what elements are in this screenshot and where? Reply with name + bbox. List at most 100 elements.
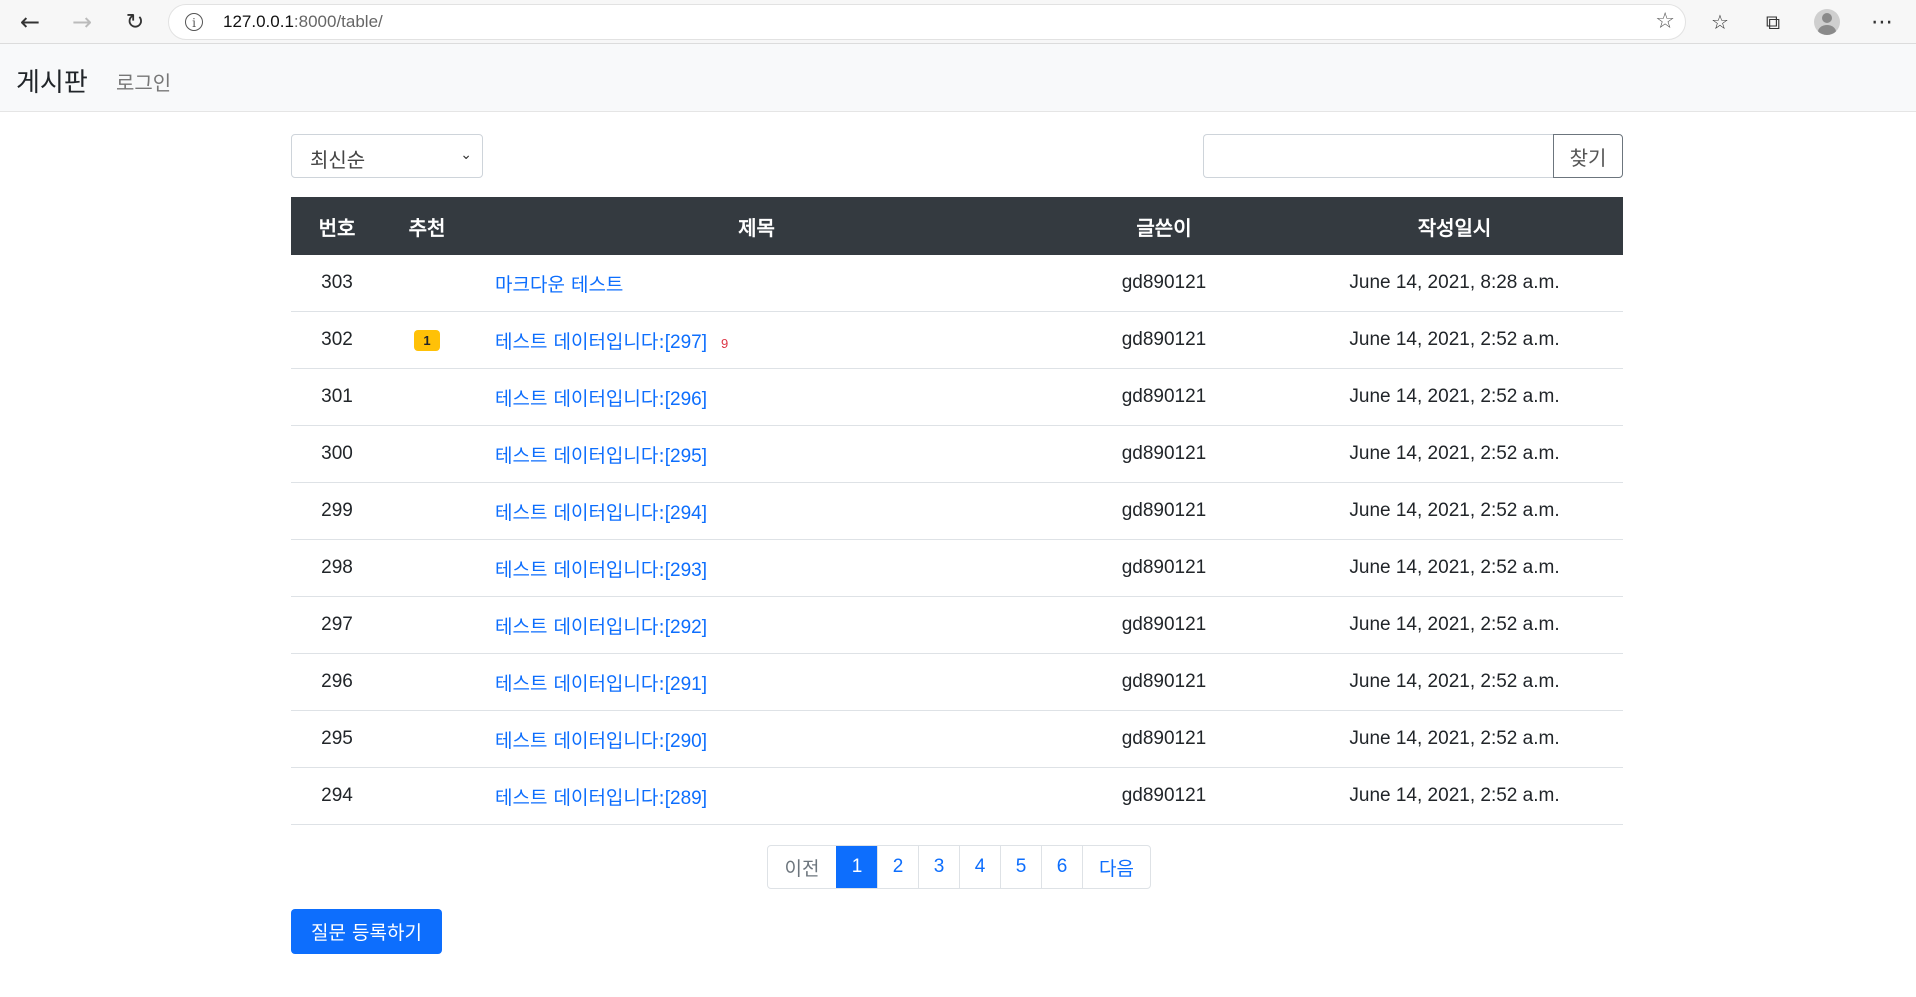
post-number: 296: [291, 653, 383, 711]
search-input[interactable]: [1203, 134, 1553, 178]
pagination-page-3[interactable]: 3: [918, 846, 959, 888]
post-title-link[interactable]: 테스트 데이터입니다:[290]: [495, 730, 707, 752]
post-title-text: 테스트 데이터입니다:: [495, 501, 665, 524]
pagination-page-4[interactable]: 4: [959, 846, 1000, 888]
post-title-text: 테스트 데이터입니다:: [495, 672, 665, 695]
sort-select[interactable]: 최신순 ⌄: [291, 134, 483, 178]
post-author: gd890121: [1042, 425, 1286, 483]
post-votes-cell: [383, 596, 471, 654]
post-title-text: 테스트 데이터입니다:: [495, 615, 665, 638]
login-link[interactable]: 로그인: [116, 67, 171, 96]
post-title-link[interactable]: 테스트 데이터입니다:[295]: [495, 445, 707, 467]
table-row: 294 테스트 데이터입니다:[289] gd890121 June 14, 2021…: [291, 767, 1623, 825]
post-title-cell: 테스트 데이터입니다:[297] 9: [471, 311, 1042, 369]
post-date: June 14, 2021, 2:52 a.m.: [1286, 653, 1623, 711]
header-author: 글쓴이: [1042, 197, 1286, 255]
post-title-text: 테스트 데이터입니다:: [495, 444, 665, 467]
url-text[interactable]: 127.0.0.1:8000/table/: [223, 12, 383, 32]
url-path: :8000/table/: [293, 12, 383, 31]
post-title-text: 테스트 데이터입니다:: [495, 330, 665, 353]
post-votes-cell: [383, 653, 471, 711]
post-votes-cell: [383, 767, 471, 825]
register-question-button[interactable]: 질문 등록하기: [291, 909, 442, 954]
pagination-page-5[interactable]: 5: [1000, 846, 1041, 888]
address-bar[interactable]: i 127.0.0.1:8000/table/ ☆: [168, 4, 1686, 40]
post-title-suffix: [289]: [664, 787, 708, 809]
post-title-text: 테스트 데이터입니다:: [495, 558, 665, 581]
url-host: 127.0.0.1: [223, 12, 294, 31]
post-date: June 14, 2021, 2:52 a.m.: [1286, 767, 1623, 825]
post-date: June 14, 2021, 2:52 a.m.: [1286, 482, 1623, 540]
header-votes: 추천: [383, 197, 471, 255]
forward-icon[interactable]: →: [66, 6, 98, 38]
post-title-cell: 테스트 데이터입니다:[296]: [471, 368, 1042, 426]
post-title-link[interactable]: 테스트 데이터입니다:[293]: [495, 559, 707, 581]
post-votes-cell: [383, 539, 471, 597]
post-author: gd890121: [1042, 596, 1286, 654]
post-title-link[interactable]: 테스트 데이터입니다:[292]: [495, 616, 707, 638]
header-number: 번호: [291, 197, 383, 255]
header-title: 제목: [471, 197, 1042, 255]
post-title-link[interactable]: 테스트 데이터입니다:[289]: [495, 787, 707, 809]
browser-toolbar: ← → ↻ i 127.0.0.1:8000/table/ ☆ ☆ ⧉ ⋯: [0, 0, 1916, 44]
post-votes-cell: [383, 255, 471, 312]
table-row: 298 테스트 데이터입니다:[293] gd890121 June 14, 2021…: [291, 539, 1623, 597]
profile-icon[interactable]: [1814, 9, 1840, 35]
refresh-icon[interactable]: ↻: [119, 6, 151, 38]
table-row: 297 테스트 데이터입니다:[292] gd890121 June 14, 2021…: [291, 596, 1623, 654]
favorite-add-icon[interactable]: ☆: [1655, 9, 1675, 34]
post-author: gd890121: [1042, 767, 1286, 825]
site-navbar: 게시판 로그인: [0, 44, 1916, 112]
favorites-icon[interactable]: ☆: [1704, 6, 1736, 38]
post-number: 301: [291, 368, 383, 426]
pagination-page-2[interactable]: 2: [877, 846, 918, 888]
post-title-link[interactable]: 테스트 데이터입니다:[297]: [495, 331, 707, 353]
post-author: gd890121: [1042, 710, 1286, 768]
post-title-link[interactable]: 마크다운 테스트: [495, 274, 623, 296]
table-row: 302 1 테스트 데이터입니다:[297] 9 gd890121 June 14, 20…: [291, 311, 1623, 369]
post-title-suffix: [296]: [664, 388, 708, 410]
post-date: June 14, 2021, 2:52 a.m.: [1286, 596, 1623, 654]
pagination-page-6[interactable]: 6: [1041, 846, 1082, 888]
post-title-suffix: [290]: [664, 730, 708, 752]
collections-icon[interactable]: ⧉: [1757, 6, 1789, 38]
post-title-link[interactable]: 테스트 데이터입니다:[291]: [495, 673, 707, 695]
post-date: June 14, 2021, 2:52 a.m.: [1286, 368, 1623, 426]
post-title-text: 테스트 데이터입니다:: [495, 786, 665, 809]
post-title-link[interactable]: 테스트 데이터입니다:[296]: [495, 388, 707, 410]
post-number: 298: [291, 539, 383, 597]
post-author: gd890121: [1042, 653, 1286, 711]
post-title-cell: 테스트 데이터입니다:[292]: [471, 596, 1042, 654]
sort-selected-value: 최신순: [310, 148, 366, 172]
post-title-text: 테스트 데이터입니다:: [495, 387, 665, 410]
search-button[interactable]: 찾기: [1553, 134, 1623, 178]
post-votes-cell: [383, 482, 471, 540]
more-icon[interactable]: ⋯: [1866, 6, 1898, 38]
table-row: 295 테스트 데이터입니다:[290] gd890121 June 14, 2021…: [291, 710, 1623, 768]
site-info-icon[interactable]: i: [185, 13, 203, 31]
post-votes-cell: [383, 425, 471, 483]
post-number: 300: [291, 425, 383, 483]
post-date: June 14, 2021, 8:28 a.m.: [1286, 255, 1623, 312]
post-author: gd890121: [1042, 368, 1286, 426]
pagination-prev[interactable]: 이전: [768, 846, 836, 888]
brand-link[interactable]: 게시판: [16, 62, 88, 99]
post-title-suffix: [293]: [664, 559, 708, 581]
post-title-link[interactable]: 테스트 데이터입니다:[294]: [495, 502, 707, 524]
back-icon[interactable]: ←: [14, 6, 46, 38]
post-title-suffix: [292]: [664, 616, 708, 638]
vote-count-badge: 1: [414, 330, 440, 351]
post-title-cell: 테스트 데이터입니다:[291]: [471, 653, 1042, 711]
post-number: 297: [291, 596, 383, 654]
post-title-text: 테스트 데이터입니다:: [495, 729, 665, 752]
pagination-next[interactable]: 다음: [1082, 846, 1150, 888]
post-author: gd890121: [1042, 311, 1286, 369]
post-votes-cell: [383, 368, 471, 426]
post-number: 303: [291, 255, 383, 312]
post-title-cell: 테스트 데이터입니다:[289]: [471, 767, 1042, 825]
pagination-page-1[interactable]: 1: [836, 846, 877, 888]
post-title-suffix: [294]: [664, 502, 708, 524]
post-votes-cell: [383, 710, 471, 768]
table-row: 299 테스트 데이터입니다:[294] gd890121 June 14, 2021…: [291, 482, 1623, 540]
post-date: June 14, 2021, 2:52 a.m.: [1286, 710, 1623, 768]
